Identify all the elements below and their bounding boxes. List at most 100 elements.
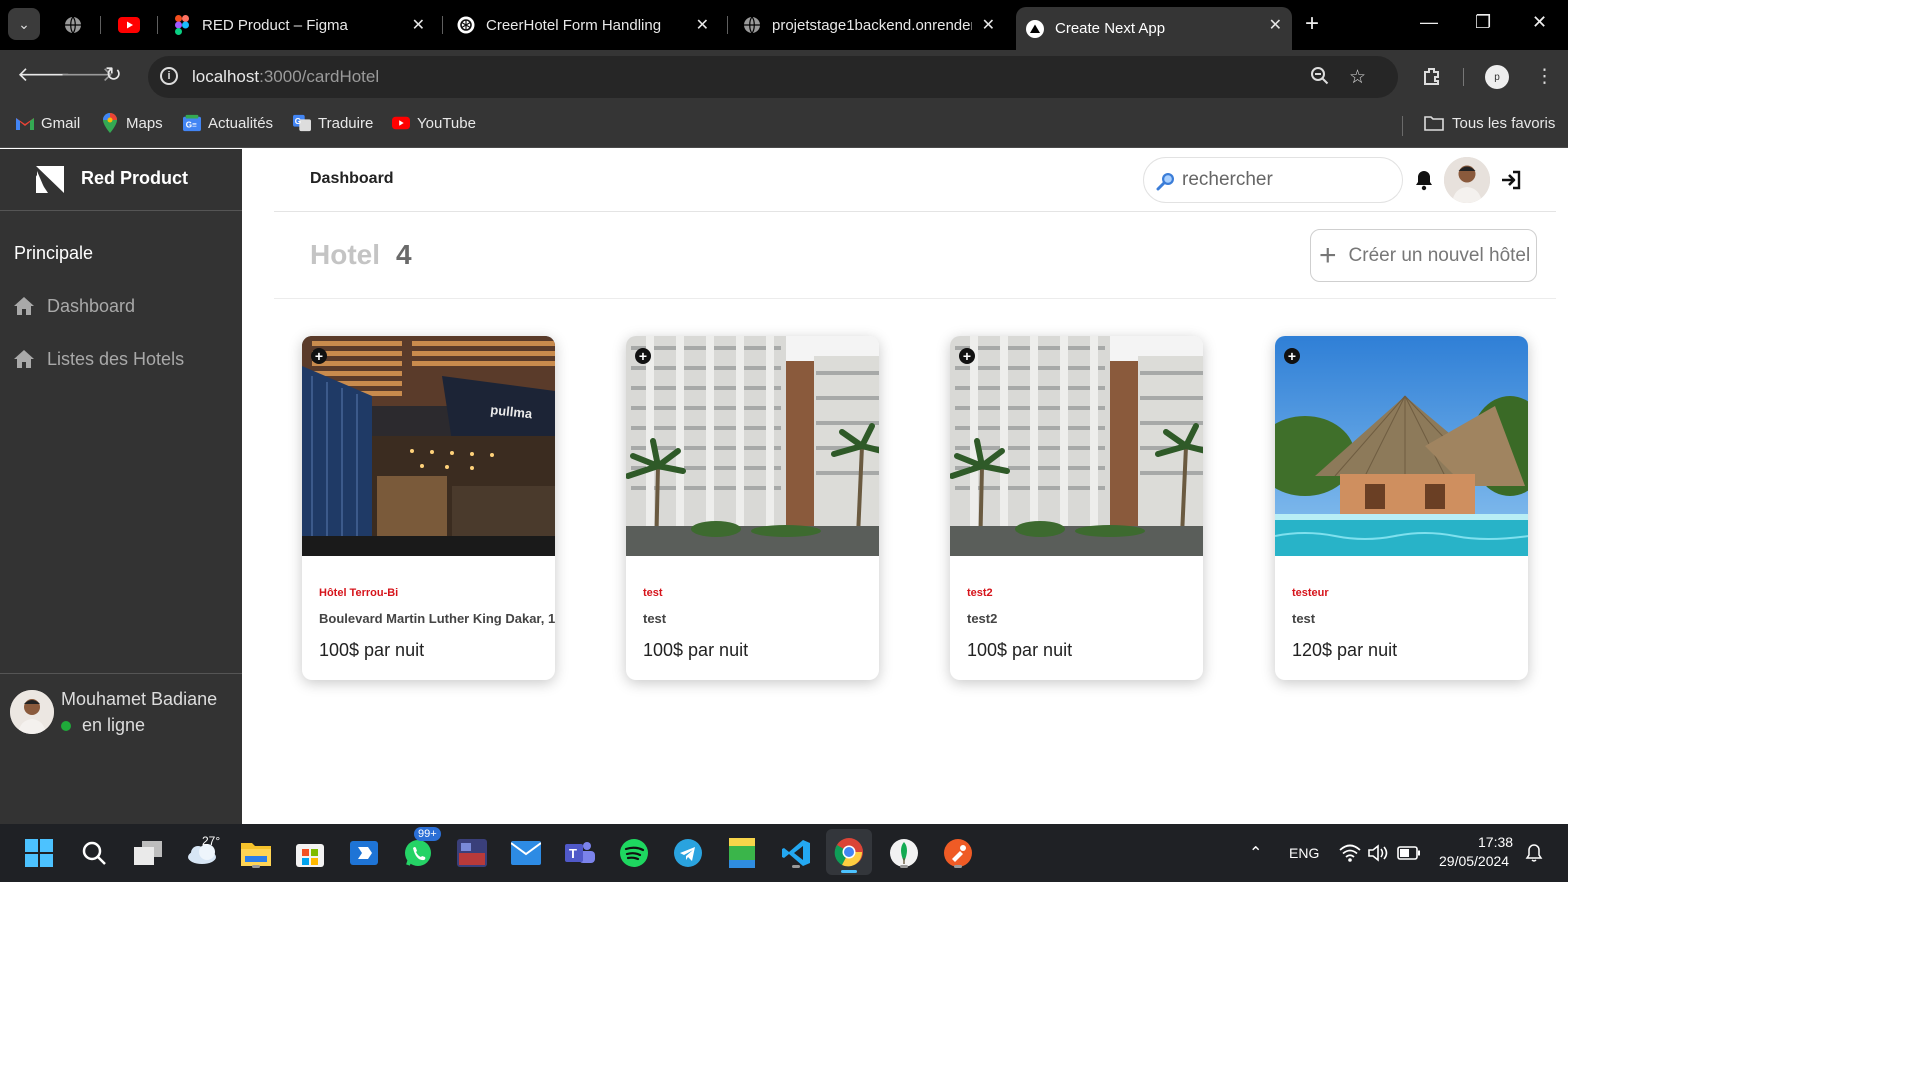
mail-icon[interactable] xyxy=(508,835,544,871)
battery-icon[interactable] xyxy=(1396,837,1422,869)
tab-search-button[interactable]: ⌄ xyxy=(8,8,40,40)
search-box[interactable] xyxy=(1143,157,1403,203)
chevron-up-icon[interactable]: ⌃ xyxy=(1249,843,1262,863)
brand[interactable]: Red Product xyxy=(0,149,242,211)
tab-separator xyxy=(442,16,443,34)
bookmark-actualites[interactable]: G≡ Actualités xyxy=(183,114,273,132)
vercel-icon xyxy=(1026,19,1044,38)
profile-avatar[interactable]: p xyxy=(1485,65,1509,89)
pinned-tab-globe[interactable] xyxy=(62,14,84,36)
browser-toolbar: 🡐 🡒 ↻ i localhost:3000/cardHotel ☆ p ⋮ xyxy=(0,50,1568,104)
site-info-icon[interactable]: i xyxy=(160,67,178,85)
tab-close-icon[interactable]: ✕ xyxy=(412,15,425,35)
tab-close-icon[interactable]: ✕ xyxy=(696,15,709,35)
sidebar-item-dashboard[interactable]: Dashboard xyxy=(13,295,135,317)
mongodb-compass-icon[interactable] xyxy=(886,835,922,871)
sidebar-user: Mouhamet Badiane en ligne xyxy=(0,673,242,824)
header-avatar[interactable] xyxy=(1444,157,1490,203)
add-icon[interactable]: + xyxy=(311,348,327,364)
youtube-icon xyxy=(118,17,140,33)
hotel-image-pullman: pullma xyxy=(302,336,555,556)
bookmark-youtube[interactable]: YouTube xyxy=(392,114,476,132)
new-tab-button[interactable]: + xyxy=(1305,12,1319,36)
news-icon: G≡ xyxy=(183,114,201,132)
translate-icon: G xyxy=(293,114,311,132)
bookmark-star-icon[interactable]: ☆ xyxy=(1349,66,1366,89)
svg-text:G: G xyxy=(295,117,301,126)
add-icon[interactable]: + xyxy=(635,348,651,364)
reload-button[interactable]: ↻ xyxy=(105,64,122,86)
whatsapp-icon[interactable]: 99+ xyxy=(400,827,441,871)
address-bar[interactable]: i localhost:3000/cardHotel ☆ xyxy=(148,56,1398,98)
svg-text:T: T xyxy=(569,846,577,861)
minimize-button[interactable]: — xyxy=(1420,12,1438,33)
postman-icon[interactable] xyxy=(940,835,976,871)
sidebar-item-listes-hotels[interactable]: Listes des Hotels xyxy=(13,348,184,370)
restore-button[interactable]: ❐ xyxy=(1475,12,1491,33)
notebook-app-icon[interactable] xyxy=(724,835,760,871)
app-sidebar: Red Product Principale Dashboard Listes … xyxy=(0,149,242,824)
game-app-icon[interactable] xyxy=(454,835,490,871)
all-bookmarks-folder[interactable]: Tous les favoris xyxy=(1423,114,1555,132)
hotel-address: test2 xyxy=(967,611,998,626)
search-input[interactable] xyxy=(1182,168,1392,192)
tab-figma[interactable]: RED Product – Figma ✕ xyxy=(163,7,435,43)
tab-creerhotel[interactable]: CreerHotel Form Handling ✕ xyxy=(447,7,719,43)
clock-time[interactable]: 17:38 xyxy=(1478,834,1513,850)
add-icon[interactable]: + xyxy=(1284,348,1300,364)
hotel-card[interactable]: + testeur test 120$ par nuit xyxy=(1275,336,1528,680)
hotel-card[interactable]: pullma + Hôtel Terrou-Bi Boulevard Marti… xyxy=(302,336,555,680)
teams-icon[interactable]: T xyxy=(562,835,598,871)
hotel-card[interactable]: + test2 test2 100$ par nuit xyxy=(950,336,1203,680)
bookmark-maps[interactable]: Maps xyxy=(101,113,163,133)
spotify-icon[interactable] xyxy=(616,835,652,871)
notification-bell-icon[interactable] xyxy=(1520,837,1548,869)
telegram-icon[interactable] xyxy=(670,835,706,871)
windows-start-icon[interactable] xyxy=(21,835,57,871)
bookmark-gmail[interactable]: Gmail xyxy=(16,114,80,132)
url-text[interactable]: localhost:3000/cardHotel xyxy=(192,67,379,87)
hotel-address: Boulevard Martin Luther King Dakar, 1150… xyxy=(319,611,555,626)
svg-text:G≡: G≡ xyxy=(186,121,197,130)
figma-icon xyxy=(173,15,191,35)
hotel-image-building xyxy=(950,336,1203,556)
pinned-tab-youtube[interactable] xyxy=(118,14,140,36)
tab-close-icon[interactable]: ✕ xyxy=(982,15,995,35)
add-icon[interactable]: + xyxy=(959,348,975,364)
search-icon[interactable] xyxy=(76,835,112,871)
extensions-icon[interactable] xyxy=(1421,65,1443,93)
zoom-icon[interactable] xyxy=(1310,66,1330,92)
tab-separator xyxy=(100,16,101,34)
remote-desktop-icon[interactable] xyxy=(346,835,382,871)
folder-icon xyxy=(1423,114,1445,132)
language-indicator[interactable]: ENG xyxy=(1289,845,1319,861)
clock-date[interactable]: 29/05/2024 xyxy=(1439,853,1509,869)
chrome-icon[interactable] xyxy=(826,829,872,875)
vscode-icon[interactable] xyxy=(778,835,814,871)
create-hotel-button[interactable]: + Créer un nouvel hôtel xyxy=(1310,229,1537,282)
logout-icon[interactable] xyxy=(1500,169,1522,191)
running-indicator xyxy=(900,865,908,868)
volume-icon[interactable] xyxy=(1366,837,1390,869)
task-view-icon[interactable] xyxy=(130,835,166,871)
globe-icon xyxy=(743,16,761,34)
youtube-icon xyxy=(392,114,410,132)
microsoft-store-icon[interactable] xyxy=(292,835,328,871)
avatar[interactable] xyxy=(10,690,54,734)
close-window-button[interactable]: ✕ xyxy=(1532,12,1547,33)
menu-kebab-icon[interactable]: ⋮ xyxy=(1535,65,1554,88)
running-indicator xyxy=(954,865,962,868)
file-explorer-icon[interactable] xyxy=(238,835,274,871)
bookmark-traduire[interactable]: G Traduire xyxy=(293,114,373,132)
tab-create-next-app[interactable]: Create Next App ✕ xyxy=(1016,7,1292,50)
tab-backend[interactable]: projetstage1backend.onrender.com ✕ xyxy=(733,7,1005,43)
tab-close-icon[interactable]: ✕ xyxy=(1269,15,1282,35)
tab-separator xyxy=(727,16,728,34)
tab-title: RED Product – Figma xyxy=(202,16,348,34)
home-icon xyxy=(14,350,34,368)
bell-icon[interactable] xyxy=(1413,169,1435,191)
hotel-card[interactable]: + test test 100$ par nuit xyxy=(626,336,879,680)
sidebar-section-title: Principale xyxy=(14,243,94,263)
tab-title: CreerHotel Form Handling xyxy=(486,16,662,34)
wifi-icon[interactable] xyxy=(1338,837,1362,869)
